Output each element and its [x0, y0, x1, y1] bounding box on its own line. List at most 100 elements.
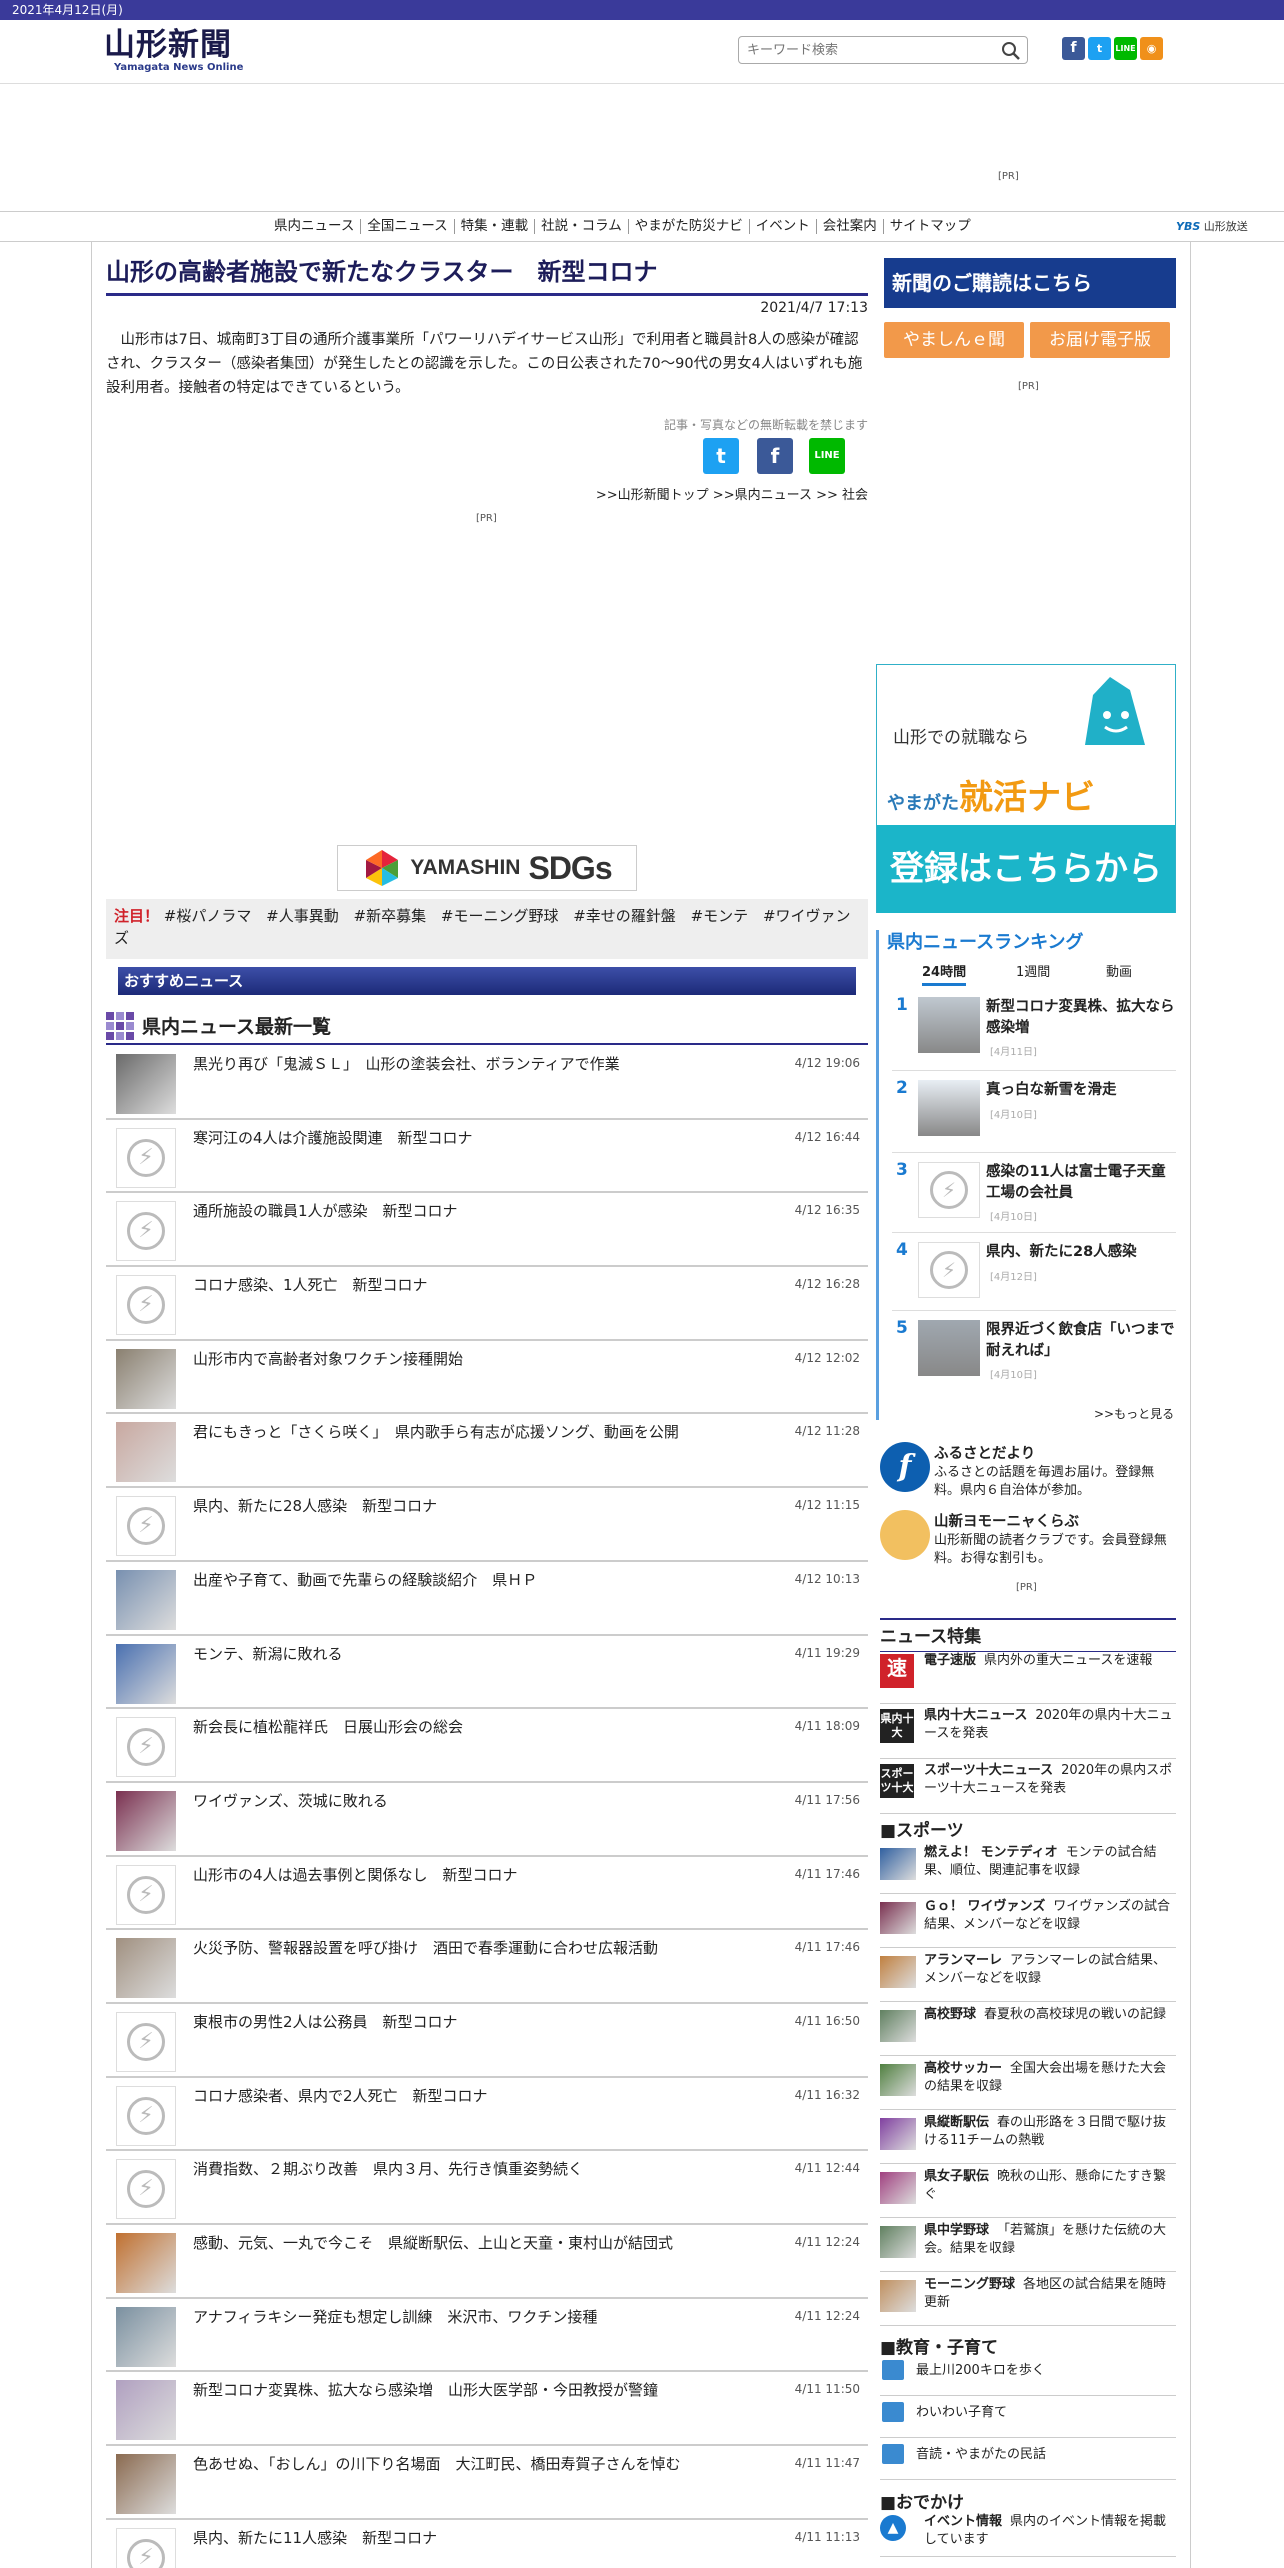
news-title[interactable]: コロナ感染、1人死亡 新型コロナ: [193, 1275, 783, 1295]
nav-item-editorials[interactable]: 社説・コラム: [535, 219, 629, 234]
nav-item-local-news[interactable]: 県内ニュース: [268, 219, 362, 234]
news-title[interactable]: 色あせぬ、「おしん」の川下り名場面 大江町民、橋田寿賀子さんを悼む: [193, 2454, 783, 2474]
news-title[interactable]: 山形市内で高齢者対象ワクチン接種開始: [193, 1349, 783, 1369]
news-row[interactable]: ワイヴァンズ、茨城に敗れる 4/11 17:56: [106, 1783, 868, 1857]
news-title[interactable]: 消費指数、２期ぶり改善 県内３月、先行き慎重姿勢続く: [193, 2159, 783, 2179]
news-title[interactable]: コロナ感染者、県内で2人死亡 新型コロナ: [193, 2086, 783, 2106]
sports-item[interactable]: モーニング野球 各地区の試合結果を随時更新: [880, 2276, 1176, 2326]
facebook-icon[interactable]: f: [1062, 37, 1085, 60]
twitter-icon[interactable]: t: [1088, 37, 1111, 60]
sports-item[interactable]: 県中学野球 「若鷲旗」を懸けた伝統の大会。結果を収録: [880, 2222, 1176, 2272]
sdgs-banner[interactable]: YAMASHIN SDGs: [337, 845, 637, 891]
news-title[interactable]: 君にもきっと「さくら咲く」 県内歌手ら有志が応援ソング、動画を公開: [193, 1422, 783, 1442]
news-title[interactable]: 火災予防、警報器設置を呼び掛け 酒田で春季運動に合わせ広報活動: [193, 1938, 783, 1958]
news-title[interactable]: 感動、元気、一丸で今こそ 県縦断駅伝、上山と天童・東村山が結団式: [193, 2233, 783, 2253]
event-info-link[interactable]: ▲ イベント情報 県内のイベント情報を掲載しています: [880, 2513, 1176, 2557]
job-navi-ad[interactable]: 山形での就職なら やまがた就活ナビ 登録はこちらから: [876, 664, 1176, 913]
news-row[interactable]: ⚡ 寒河江の4人は介護施設関連 新型コロナ 4/12 16:44: [106, 1120, 868, 1194]
search-icon[interactable]: [1001, 41, 1021, 61]
tag-link[interactable]: #モンテ: [691, 907, 749, 925]
news-row[interactable]: ⚡ コロナ感染者、県内で2人死亡 新型コロナ 4/11 16:32: [106, 2078, 868, 2152]
sports-item[interactable]: 高校サッカー 全国大会出場を懸けた大会の結果を収録: [880, 2060, 1176, 2110]
tag-link[interactable]: #新卒募集: [354, 907, 427, 925]
news-row[interactable]: アナフィラキシー発症も想定し訓練 米沢市、ワクチン接種 4/11 12:24: [106, 2299, 868, 2373]
sports-item[interactable]: 燃えよ！ モンテディオ モンテの試合結果、順位、関連記事を収録: [880, 1844, 1176, 1894]
nav-item-features[interactable]: 特集・連載: [455, 219, 536, 234]
education-item[interactable]: 音読・やまがたの民話: [880, 2442, 1176, 2480]
news-row[interactable]: 出産や子育て、動画で先輩らの経験談紹介 県ＨＰ 4/12 10:13: [106, 1562, 868, 1636]
sports-item[interactable]: アランマーレ アランマーレの試合結果、メンバーなどを収録: [880, 1952, 1176, 2002]
news-row[interactable]: 感動、元気、一丸で今こそ 県縦断駅伝、上山と天童・東村山が結団式 4/11 12:…: [106, 2225, 868, 2299]
news-row[interactable]: ⚡ 通所施設の職員1人が感染 新型コロナ 4/12 16:35: [106, 1193, 868, 1268]
ybs-link[interactable]: YBS 山形放送: [1176, 218, 1248, 234]
tag-link[interactable]: #モーニング野球: [441, 907, 559, 925]
news-row[interactable]: ⚡ 山形市の4人は過去事例と関係なし 新型コロナ 4/11 17:46: [106, 1857, 868, 1931]
sports-item[interactable]: 県縦断駅伝 春の山形路を３日間で駆け抜ける11チームの熱戦: [880, 2114, 1176, 2164]
news-title[interactable]: 山形市の4人は過去事例と関係なし 新型コロナ: [193, 1865, 783, 1885]
site-logo[interactable]: 山形新聞 Yamagata News Online: [104, 28, 254, 78]
news-title[interactable]: 通所施設の職員1人が感染 新型コロナ: [193, 1201, 783, 1221]
e-paper-button[interactable]: やましんｅ聞: [884, 322, 1024, 358]
sports-item[interactable]: 高校野球 春夏秋の高校球児の戦いの記録: [880, 2006, 1176, 2056]
news-title[interactable]: 新型コロナ変異株、拡大なら感染増 山形大医学部・今田教授が警鐘: [193, 2380, 783, 2400]
news-row[interactable]: ⚡ 新会長に植松龍祥氏 日展山形会の総会 4/11 18:09: [106, 1709, 868, 1783]
ranking-title-link[interactable]: 県内、新たに28人感染: [986, 1242, 1176, 1263]
news-title[interactable]: ワイヴァンズ、茨城に敗れる: [193, 1791, 783, 1811]
news-title[interactable]: 新会長に植松龍祥氏 日展山形会の総会: [193, 1717, 783, 1737]
news-title[interactable]: 寒河江の4人は介護施設関連 新型コロナ: [193, 1128, 783, 1148]
education-item[interactable]: 最上川200キロを歩く: [880, 2358, 1176, 2396]
tab-week[interactable]: 1週間: [1016, 961, 1050, 980]
rss-icon[interactable]: ◉: [1140, 37, 1163, 60]
digital-edition-button[interactable]: お届け電子版: [1030, 322, 1170, 358]
ranking-title-link[interactable]: 新型コロナ変異株、拡大なら感染増: [986, 997, 1176, 1039]
news-title[interactable]: モンテ、新潟に敗れる: [193, 1644, 783, 1664]
feature-item[interactable]: 県内十大 県内十大ニュース 2020年の県内十大ニュースを発表: [880, 1707, 1176, 1759]
news-title[interactable]: 黒光り再び「鬼滅ＳＬ」 山形の塗装会社、ボランティアで作業: [193, 1054, 783, 1074]
education-item[interactable]: わいわい子育て: [880, 2400, 1176, 2438]
news-title[interactable]: アナフィラキシー発症も想定し訓練 米沢市、ワクチン接種: [193, 2307, 783, 2327]
nav-item-sitemap[interactable]: サイトマップ: [884, 219, 977, 234]
news-row[interactable]: モンテ、新潟に敗れる 4/11 19:29: [106, 1636, 868, 1710]
news-row[interactable]: ⚡ 県内、新たに28人感染 新型コロナ 4/12 11:15: [106, 1488, 868, 1562]
news-row[interactable]: ⚡ 東根市の男性2人は公務員 新型コロナ 4/11 16:50: [106, 2004, 868, 2078]
news-row[interactable]: 君にもきっと「さくら咲く」 県内歌手ら有志が応援ソング、動画を公開 4/12 11…: [106, 1414, 868, 1489]
share-twitter-icon[interactable]: t: [703, 438, 739, 474]
news-title[interactable]: 東根市の男性2人は公務員 新型コロナ: [193, 2012, 783, 2032]
tag-link[interactable]: #人事異動: [266, 907, 339, 925]
ranking-title-link[interactable]: 感染の11人は富士電子天童工場の会社員: [986, 1162, 1176, 1204]
share-line-icon[interactable]: LINE: [809, 438, 845, 474]
subscribe-banner[interactable]: 新聞のご購読はこちら: [884, 258, 1176, 308]
line-icon[interactable]: LINE: [1114, 37, 1137, 60]
news-row[interactable]: 色あせぬ、「おしん」の川下り名場面 大江町民、橋田寿賀子さんを悼む 4/11 11…: [106, 2446, 868, 2520]
news-row[interactable]: 山形市内で高齢者対象ワクチン接種開始 4/12 12:02: [106, 1341, 868, 1415]
news-row[interactable]: ⚡ コロナ感染、1人死亡 新型コロナ 4/12 16:28: [106, 1267, 868, 1341]
tag-link[interactable]: #幸せの羅針盤: [573, 907, 676, 925]
sports-item[interactable]: Ｇｏ！ ワイヴァンズ ワイヴァンズの試合結果、メンバーなどを収録: [880, 1898, 1176, 1948]
more-ranking-link[interactable]: >>もっと見る: [1094, 1405, 1174, 1422]
nav-item-events[interactable]: イベント: [750, 219, 817, 234]
ranking-title-link[interactable]: 限界近づく飲食店「いつまで耐えれば」: [986, 1320, 1176, 1362]
news-title[interactable]: 出産や子育て、動画で先輩らの経験談紹介 県ＨＰ: [193, 1570, 783, 1590]
news-row[interactable]: 新型コロナ変異株、拡大なら感染増 山形大医学部・今田教授が警鐘 4/11 11:5…: [106, 2372, 868, 2447]
ranking-title-link[interactable]: 真っ白な新雪を滑走: [986, 1080, 1176, 1101]
news-row[interactable]: ⚡ 消費指数、２期ぶり改善 県内３月、先行き慎重姿勢続く 4/11 12:44: [106, 2151, 868, 2225]
sports-item[interactable]: 県女子駅伝 晩秋の山形、懸命にたすき繋ぐ: [880, 2168, 1176, 2218]
club-promo[interactable]: 山新ヨモーニャくらぶ 山形新聞の読者クラブです。会員登録無料。お得な割引も。: [880, 1510, 1176, 1566]
news-row[interactable]: ⚡ 県内、新たに11人感染 新型コロナ 4/11 11:13: [106, 2520, 868, 2568]
news-title[interactable]: 県内、新たに11人感染 新型コロナ: [193, 2528, 783, 2548]
feature-item[interactable]: スポーツ十大 スポーツ十大ニュース 2020年の県内スポーツ十大ニュースを発表: [880, 1762, 1176, 1814]
news-title[interactable]: 県内、新たに28人感染 新型コロナ: [193, 1496, 783, 1516]
tag-link[interactable]: #桜パノラマ: [164, 907, 252, 925]
search-input[interactable]: [739, 37, 979, 63]
nav-item-national-news[interactable]: 全国ニュース: [361, 219, 455, 234]
tab-video[interactable]: 動画: [1106, 961, 1132, 980]
feature-item[interactable]: 速電子速版 県内外の重大ニュースを速報: [880, 1652, 1176, 1704]
share-facebook-icon[interactable]: f: [757, 438, 793, 474]
news-row[interactable]: 火災予防、警報器設置を呼び掛け 酒田で春季運動に合わせ広報活動 4/11 17:4…: [106, 1930, 868, 2004]
breadcrumb[interactable]: >>山形新聞トップ >>県内ニュース >> 社会: [106, 484, 868, 503]
news-row[interactable]: 黒光り再び「鬼滅ＳＬ」 山形の塗装会社、ボランティアで作業 4/12 19:06: [106, 1046, 868, 1120]
nav-item-disaster-navi[interactable]: やまがた防災ナビ: [629, 219, 750, 234]
tab-24h[interactable]: 24時間: [922, 961, 967, 986]
furusato-promo[interactable]: f ふるさとだより ふるさとの話題を毎週お届け。登録無料。県内６自治体が参加。: [880, 1442, 1176, 1498]
nav-item-company[interactable]: 会社案内: [817, 219, 884, 234]
